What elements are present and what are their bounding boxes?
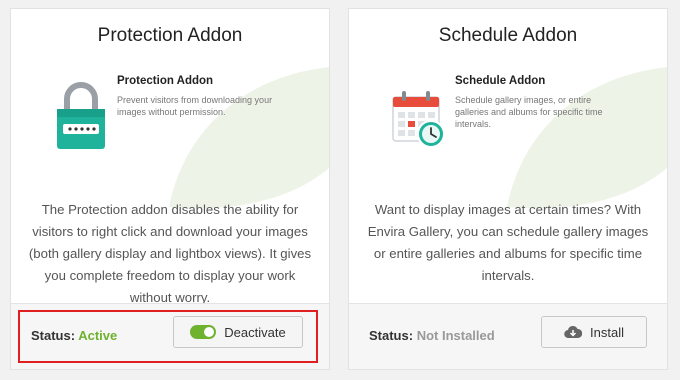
install-button-label: Install: [590, 324, 624, 340]
feature-title: Protection Addon: [117, 75, 214, 87]
lock-icon: [57, 82, 105, 149]
status-value: Not Installed: [416, 328, 495, 343]
card-title: Schedule Addon: [438, 25, 578, 46]
feature-summary: Schedule Addon Schedule gallery images, …: [391, 69, 653, 169]
feature-title: Schedule Addon: [455, 75, 546, 87]
status-value: Active: [78, 328, 118, 343]
feature-description: Prevent visitors from downloading your i…: [117, 95, 273, 117]
deactivate-button-label: Deactivate: [224, 324, 286, 340]
status-text: Status: Not Installed: [369, 328, 495, 343]
status-label: Status:: [31, 328, 76, 343]
status-text: Status: Active: [31, 328, 117, 343]
status-label: Status:: [369, 328, 414, 343]
addon-description: The Protection addon disables the abilit…: [28, 202, 312, 305]
card-title: Protection Addon: [97, 25, 243, 46]
schedule-addon-card: Schedule Addon Schedule Addon Schedule g…: [348, 8, 668, 370]
card-footer: Status: Not Installed Install: [349, 303, 667, 369]
protection-addon-card: Protection Addon Protection Addon Preven…: [10, 8, 330, 370]
cloud-download-icon: [564, 325, 583, 339]
card-footer: Status: Active Deactivate: [11, 303, 329, 369]
feature-description: Schedule gallery images, or entire galle…: [455, 95, 603, 129]
deactivate-button[interactable]: Deactivate: [173, 316, 303, 348]
addon-description: Want to display images at certain times?…: [367, 202, 649, 283]
install-button[interactable]: Install: [541, 316, 647, 348]
toggle-on-icon: [190, 325, 217, 339]
feature-summary: Protection Addon Prevent visitors from d…: [53, 69, 315, 169]
calendar-clock-icon: [392, 91, 445, 148]
